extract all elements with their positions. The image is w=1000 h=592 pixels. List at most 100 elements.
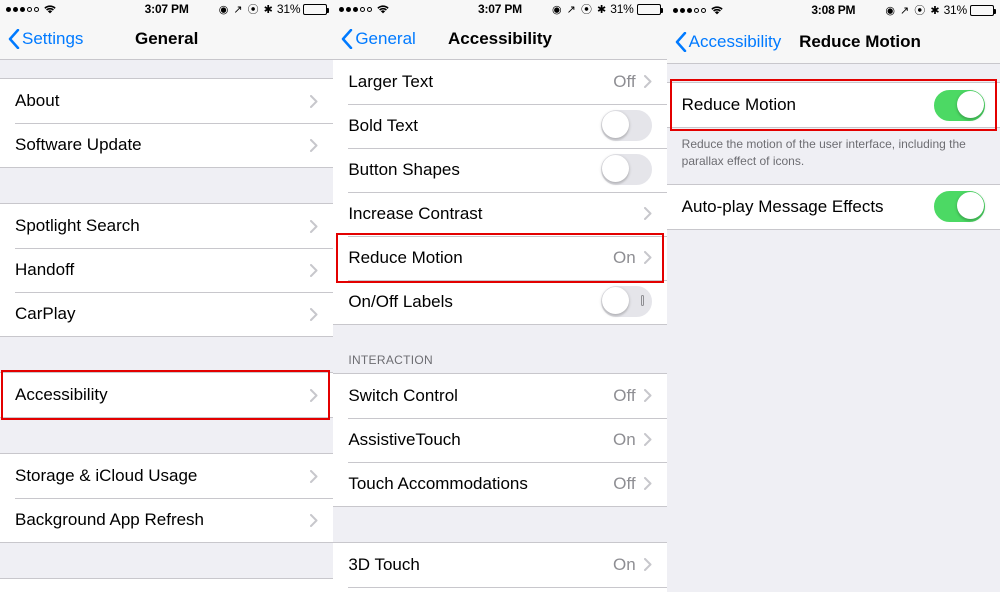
chevron-right-icon	[644, 251, 652, 264]
row-bold-text[interactable]: Bold Text	[333, 104, 666, 148]
screen-accessibility: 3:07 PM ◉ ↗ ⦿ ✱ 31% General Accessibilit…	[333, 0, 666, 592]
row-label: Background App Refresh	[15, 510, 204, 530]
list-group-1: About Software Update	[0, 78, 333, 168]
row-software-update[interactable]: Software Update	[0, 123, 333, 167]
row-button-shapes[interactable]: Button Shapes	[333, 148, 666, 192]
row-carplay[interactable]: CarPlay	[0, 292, 333, 336]
chevron-right-icon	[644, 558, 652, 571]
chevron-right-icon	[310, 139, 318, 152]
chevron-right-icon	[310, 389, 318, 402]
status-icons-right: ◉ ↗ ⦿ ✱	[552, 1, 607, 17]
row-label: Touch Accommodations	[348, 474, 528, 494]
battery-icon	[970, 5, 994, 16]
chevron-right-icon	[310, 308, 318, 321]
row-switch-control[interactable]: Switch Control Off	[333, 374, 666, 418]
content-scroll[interactable]: About Software Update Spotlight Search H…	[0, 60, 333, 592]
cellular-signal-icon	[6, 7, 39, 12]
battery-percent: 31%	[277, 2, 300, 16]
row-label: CarPlay	[15, 304, 75, 324]
status-time: 3:08 PM	[811, 3, 855, 17]
toggle-bold-text[interactable]	[601, 110, 652, 141]
status-time: 3:07 PM	[145, 2, 189, 16]
cellular-signal-icon	[673, 8, 706, 13]
chevron-right-icon	[644, 389, 652, 402]
row-touch-accommodations[interactable]: Touch Accommodations Off	[333, 462, 666, 506]
row-label: Spotlight Search	[15, 216, 140, 236]
wifi-icon	[376, 3, 390, 15]
row-label: 3D Touch	[348, 555, 420, 575]
row-spotlight-search[interactable]: Spotlight Search	[0, 204, 333, 248]
status-icons-right: ◉ ↗ ⦿ ✱	[219, 1, 274, 17]
screen-general: 3:07 PM ◉ ↗ ⦿ ✱ 31% Settings General Abo…	[0, 0, 333, 592]
back-button[interactable]: Settings	[8, 29, 83, 49]
back-button[interactable]: General	[341, 29, 415, 49]
list-touch: 3D Touch On Keyboard	[333, 542, 666, 592]
back-button[interactable]: Accessibility	[675, 32, 782, 52]
row-detail-value: On	[613, 430, 636, 450]
toggle-reduce-motion[interactable]	[934, 90, 985, 121]
row-autoplay-message-effects[interactable]: Auto-play Message Effects	[667, 185, 1000, 229]
screen-reduce-motion: 3:08 PM ◉ ↗ ⦿ ✱ 31% Accessibility Reduce…	[667, 0, 1000, 592]
row-increase-contrast[interactable]: Increase Contrast	[333, 192, 666, 236]
row-about[interactable]: About	[0, 79, 333, 123]
row-handoff[interactable]: Handoff	[0, 248, 333, 292]
nav-bar: Settings General	[0, 19, 333, 61]
row-label: Auto-play Message Effects	[682, 197, 884, 217]
battery-icon	[637, 4, 661, 15]
row-3d-touch[interactable]: 3D Touch On	[333, 543, 666, 587]
list-autoplay: Auto-play Message Effects	[667, 184, 1000, 230]
row-label: On/Off Labels	[348, 292, 453, 312]
chevron-right-icon	[310, 514, 318, 527]
row-background-refresh[interactable]: Background App Refresh	[0, 498, 333, 542]
chevron-right-icon	[644, 477, 652, 490]
row-keyboard[interactable]: Keyboard	[333, 587, 666, 592]
row-reduce-motion[interactable]: Reduce Motion On	[333, 236, 666, 280]
toggle-onoff-labels[interactable]	[601, 286, 652, 317]
back-label: Settings	[22, 29, 83, 49]
row-restrictions[interactable]: Restrictions On	[0, 579, 333, 592]
content-scroll[interactable]: Reduce Motion Reduce the motion of the u…	[667, 64, 1000, 592]
status-icons-right: ◉ ↗ ⦿ ✱	[885, 2, 940, 18]
list-interaction: Switch Control Off AssistiveTouch On Tou…	[333, 373, 666, 507]
battery-icon	[303, 4, 327, 15]
back-label: Accessibility	[689, 32, 782, 52]
toggle-button-shapes[interactable]	[601, 154, 652, 185]
row-larger-text[interactable]: Larger Text Off	[333, 60, 666, 104]
row-storage-icloud[interactable]: Storage & iCloud Usage	[0, 454, 333, 498]
row-label: Reduce Motion	[682, 95, 796, 115]
content-scroll[interactable]: Larger Text Off Bold Text Button Shapes …	[333, 60, 666, 592]
page-title: General	[135, 29, 198, 49]
row-label: Software Update	[15, 135, 142, 155]
row-detail-value: Off	[613, 474, 635, 494]
row-detail-value: Off	[613, 72, 635, 92]
status-bar: 3:08 PM ◉ ↗ ⦿ ✱ 31%	[667, 0, 1000, 20]
page-title: Accessibility	[448, 29, 552, 49]
status-time: 3:07 PM	[478, 2, 522, 16]
list-group-5: Restrictions On	[0, 578, 333, 592]
row-detail-value: Off	[613, 386, 635, 406]
row-reduce-motion-toggle[interactable]: Reduce Motion	[667, 83, 1000, 127]
list-reduce-motion: Reduce Motion	[667, 82, 1000, 128]
chevron-left-icon	[675, 32, 687, 52]
chevron-right-icon	[310, 264, 318, 277]
chevron-left-icon	[341, 29, 353, 49]
row-detail-value: On	[613, 555, 636, 575]
toggle-autoplay-message-effects[interactable]	[934, 191, 985, 222]
status-bar: 3:07 PM ◉ ↗ ⦿ ✱ 31%	[0, 0, 333, 19]
row-label: Button Shapes	[348, 160, 460, 180]
back-label: General	[355, 29, 415, 49]
row-label: Increase Contrast	[348, 204, 482, 224]
wifi-icon	[43, 3, 57, 15]
row-assistive-touch[interactable]: AssistiveTouch On	[333, 418, 666, 462]
row-label: Bold Text	[348, 116, 418, 136]
row-label: Larger Text	[348, 72, 433, 92]
chevron-right-icon	[310, 95, 318, 108]
row-onoff-labels[interactable]: On/Off Labels	[333, 280, 666, 324]
nav-bar: General Accessibility	[333, 19, 666, 60]
section-header-interaction: INTERACTION	[333, 325, 666, 373]
row-detail-value: On	[613, 248, 636, 268]
chevron-right-icon	[644, 207, 652, 220]
row-accessibility[interactable]: Accessibility	[0, 373, 333, 417]
chevron-left-icon	[8, 29, 20, 49]
wifi-icon	[710, 4, 724, 16]
